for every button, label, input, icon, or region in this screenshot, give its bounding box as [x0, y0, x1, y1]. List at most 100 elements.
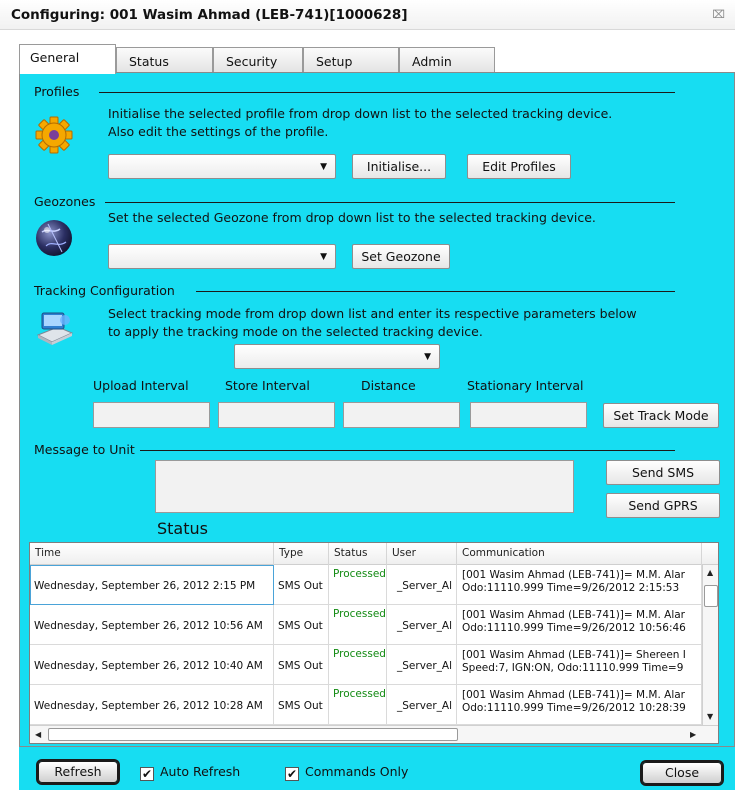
- row-time: Wednesday, September 26, 2012 10:40 AM: [30, 645, 274, 685]
- column-header-user[interactable]: User: [387, 543, 457, 565]
- geozones-divider: [105, 202, 675, 203]
- set-geozone-button[interactable]: Set Geozone: [352, 244, 450, 269]
- scroll-left-icon[interactable]: ◀: [35, 730, 41, 739]
- send-sms-button[interactable]: Send SMS: [606, 460, 720, 485]
- horizontal-scrollbar[interactable]: ◀ ▶: [30, 725, 718, 743]
- tab-admin[interactable]: Admin: [399, 47, 495, 73]
- row-time: Wednesday, September 26, 2012 10:56 AM: [30, 605, 274, 645]
- tracking-description-2: to apply the tracking mode on the select…: [108, 324, 483, 339]
- table-row[interactable]: Wednesday, September 26, 2012 2:15 PM SM…: [30, 565, 702, 605]
- row-time: Wednesday, September 26, 2012 2:15 PM: [30, 565, 274, 605]
- tracking-mode-dropdown[interactable]: ▼: [234, 344, 440, 369]
- status-grid: Time Type Status User Communication Wedn…: [29, 542, 719, 744]
- row-communication-line-1: [001 Wasim Ahmad (LEB-741)]= M.M. Alar: [462, 609, 686, 621]
- message-textarea[interactable]: [155, 460, 574, 513]
- row-type: SMS Out: [274, 605, 329, 645]
- general-panel: Profiles Initialise the selected profile…: [19, 72, 735, 747]
- distance-label: Distance: [361, 378, 416, 393]
- chevron-down-icon: ▼: [320, 252, 327, 262]
- tab-security[interactable]: Security: [213, 47, 303, 73]
- chevron-down-icon: ▼: [424, 352, 431, 362]
- row-type: SMS Out: [274, 685, 329, 725]
- vertical-scroll-thumb[interactable]: [704, 585, 718, 607]
- globe-icon: [34, 218, 74, 258]
- scroll-right-icon[interactable]: ▶: [690, 730, 696, 739]
- stationary-interval-label: Stationary Interval: [467, 378, 584, 393]
- refresh-button[interactable]: Refresh: [38, 761, 118, 783]
- geozone-dropdown[interactable]: ▼: [108, 244, 336, 269]
- column-header-communication[interactable]: Communication: [457, 543, 702, 565]
- tab-strip: General Status Security Setup Admin: [19, 44, 719, 74]
- edit-profiles-button[interactable]: Edit Profiles: [467, 154, 571, 179]
- store-interval-label: Store Interval: [225, 378, 310, 393]
- row-communication-line-2: Odo:11110.999 Time=9/26/2012 10:56:46: [462, 622, 686, 634]
- profiles-heading: Profiles: [34, 84, 80, 99]
- table-row[interactable]: Wednesday, September 26, 2012 10:56 AM S…: [30, 605, 702, 645]
- message-heading: Message to Unit: [34, 442, 135, 457]
- row-communication-line-1: [001 Wasim Ahmad (LEB-741)]= M.M. Alar: [462, 569, 686, 581]
- horizontal-scroll-thumb[interactable]: [48, 728, 458, 741]
- row-communication-line-2: Odo:11110.999 Time=9/26/2012 10:28:39: [462, 702, 686, 714]
- commands-only-checkbox[interactable]: ✔ Commands Only: [285, 764, 408, 781]
- row-status: Processed: [329, 645, 387, 685]
- row-communication: [001 Wasim Ahmad (LEB-741)]= M.M. Alar O…: [457, 605, 702, 645]
- vertical-scrollbar[interactable]: ▲ ▼: [702, 565, 718, 725]
- bottom-bar: Refresh ✔ Auto Refresh ✔ Commands Only Clo…: [19, 746, 735, 790]
- profiles-description-2: Also edit the settings of the profile.: [108, 124, 329, 139]
- row-communication-line-1: [001 Wasim Ahmad (LEB-741)]= Shereen I: [462, 649, 686, 661]
- table-row[interactable]: Wednesday, September 26, 2012 10:40 AM S…: [30, 645, 702, 685]
- row-type: SMS Out: [274, 565, 329, 605]
- row-time: Wednesday, September 26, 2012 10:28 AM: [30, 685, 274, 725]
- upload-interval-label: Upload Interval: [93, 378, 189, 393]
- auto-refresh-label: Auto Refresh: [160, 764, 241, 779]
- row-status: Processed: [329, 685, 387, 725]
- status-grid-header: Time Type Status User Communication: [30, 543, 718, 565]
- row-communication: [001 Wasim Ahmad (LEB-741)]= M.M. Alar O…: [457, 565, 702, 605]
- tracking-divider: [196, 291, 675, 292]
- close-button[interactable]: Close: [642, 762, 722, 784]
- tab-status[interactable]: Status: [116, 47, 213, 73]
- row-status: Processed: [329, 605, 387, 645]
- profiles-divider: [99, 92, 675, 93]
- column-header-time[interactable]: Time: [30, 543, 274, 565]
- initialise-button[interactable]: Initialise...: [352, 154, 446, 179]
- row-communication: [001 Wasim Ahmad (LEB-741)]= M.M. Alar O…: [457, 685, 702, 725]
- column-header-status[interactable]: Status: [329, 543, 387, 565]
- store-interval-input[interactable]: [218, 402, 335, 428]
- row-communication-line-2: Odo:11110.999 Time=9/26/2012 2:15:53: [462, 582, 680, 594]
- row-user: _Server_Al: [387, 645, 457, 685]
- auto-refresh-checkmark-icon: ✔: [140, 767, 154, 781]
- table-row[interactable]: Wednesday, September 26, 2012 10:28 AM S…: [30, 685, 702, 725]
- row-user: _Server_Al: [387, 565, 457, 605]
- tab-setup[interactable]: Setup: [303, 47, 399, 73]
- chevron-down-icon: ▼: [320, 162, 327, 172]
- profile-dropdown[interactable]: ▼: [108, 154, 336, 179]
- scroll-up-icon[interactable]: ▲: [707, 568, 713, 577]
- title-bar: Configuring: 001 Wasim Ahmad (LEB-741)[1…: [0, 0, 735, 30]
- set-track-mode-button[interactable]: Set Track Mode: [603, 403, 719, 428]
- row-communication-line-2: Speed:7, IGN:ON, Odo:11110.999 Time=9: [462, 662, 684, 674]
- row-type: SMS Out: [274, 645, 329, 685]
- geozones-heading: Geozones: [34, 194, 96, 209]
- scroll-down-icon[interactable]: ▼: [707, 712, 713, 721]
- profiles-description-1: Initialise the selected profile from dro…: [108, 106, 613, 121]
- window-title: Configuring: 001 Wasim Ahmad (LEB-741)[1…: [11, 7, 408, 23]
- tracking-description-1: Select tracking mode from drop down list…: [108, 306, 637, 321]
- tab-general[interactable]: General: [19, 44, 116, 74]
- row-communication: [001 Wasim Ahmad (LEB-741)]= Shereen I S…: [457, 645, 702, 685]
- commands-only-label: Commands Only: [305, 764, 409, 779]
- commands-only-checkmark-icon: ✔: [285, 767, 299, 781]
- upload-interval-input[interactable]: [93, 402, 210, 428]
- stationary-interval-input[interactable]: [470, 402, 587, 428]
- distance-input[interactable]: [343, 402, 460, 428]
- send-gprs-button[interactable]: Send GPRS: [606, 493, 720, 518]
- status-heading: Status: [157, 519, 208, 538]
- row-status: Processed: [329, 565, 387, 605]
- auto-refresh-checkbox[interactable]: ✔ Auto Refresh: [140, 764, 240, 781]
- geozones-description: Set the selected Geozone from drop down …: [108, 210, 596, 225]
- computer-icon: [34, 309, 76, 349]
- gear-icon: [34, 115, 74, 155]
- close-window-icon[interactable]: ⌧: [712, 8, 725, 21]
- message-divider: [140, 450, 675, 451]
- column-header-type[interactable]: Type: [274, 543, 329, 565]
